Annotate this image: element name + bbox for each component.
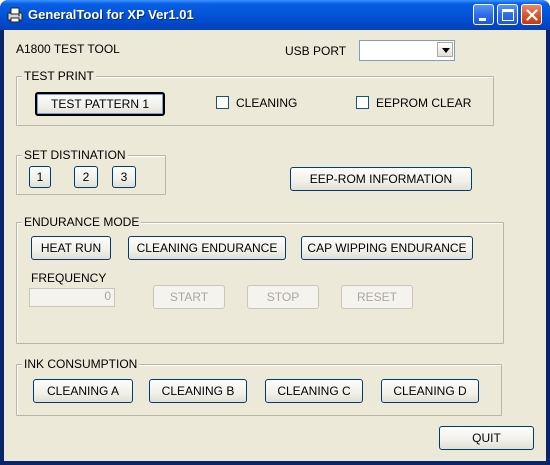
client-area: A1800 TEST TOOL USB PORT TEST PRINT TEST… bbox=[4, 30, 546, 461]
cleaning-d-button[interactable]: CLEANING D bbox=[381, 379, 479, 403]
test-pattern-1-button[interactable]: TEST PATTERN 1 bbox=[35, 92, 165, 116]
start-button[interactable]: START bbox=[153, 285, 225, 309]
chevron-down-icon bbox=[442, 48, 450, 53]
cleaning-checkbox[interactable] bbox=[216, 96, 229, 109]
ink-consumption-title: INK CONSUMPTION bbox=[22, 357, 140, 371]
cleaning-a-button[interactable]: CLEANING A bbox=[33, 379, 133, 403]
dropdown-arrow-button[interactable] bbox=[437, 42, 453, 57]
eeprom-information-button[interactable]: EEP-ROM INFORMATION bbox=[290, 167, 472, 191]
maximize-button[interactable] bbox=[497, 4, 518, 25]
maximize-icon bbox=[502, 9, 514, 21]
destination-1-button[interactable]: 1 bbox=[29, 166, 51, 188]
close-icon bbox=[526, 9, 538, 21]
reset-button[interactable]: RESET bbox=[341, 285, 413, 309]
test-print-title: TEST PRINT bbox=[22, 69, 96, 83]
cap-wiping-endurance-button[interactable]: CAP WIPPING ENDURANCE bbox=[301, 236, 473, 260]
cleaning-checkbox-label: CLEANING bbox=[236, 96, 298, 110]
test-print-group: TEST PRINT TEST PATTERN 1 CLEANING EEPRO… bbox=[16, 69, 494, 126]
frequency-input[interactable]: 0 bbox=[29, 288, 115, 307]
title-bar[interactable]: GeneralTool for XP Ver1.01 bbox=[0, 0, 550, 30]
usb-port-select[interactable] bbox=[359, 40, 455, 61]
minimize-icon bbox=[479, 18, 486, 21]
destination-3-button[interactable]: 3 bbox=[112, 166, 136, 188]
frequency-label: FREQUENCY bbox=[31, 271, 107, 285]
eeprom-clear-checkbox[interactable] bbox=[356, 96, 369, 109]
destination-2-button[interactable]: 2 bbox=[74, 166, 98, 188]
eeprom-clear-checkbox-label: EEPROM CLEAR bbox=[376, 96, 472, 110]
cleaning-c-button[interactable]: CLEANING C bbox=[265, 379, 363, 403]
ink-consumption-group: INK CONSUMPTION CLEANING A CLEANING B CL… bbox=[16, 357, 502, 416]
quit-button[interactable]: QUIT bbox=[439, 426, 534, 450]
heat-run-button[interactable]: HEAT RUN bbox=[31, 236, 111, 260]
endurance-mode-group: ENDURANCE MODE HEAT RUN CLEANING ENDURAN… bbox=[16, 215, 504, 344]
main-window: GeneralTool for XP Ver1.01 A1800 TEST TO… bbox=[0, 0, 550, 465]
cleaning-b-button[interactable]: CLEANING B bbox=[149, 379, 247, 403]
usb-port-label: USB PORT bbox=[285, 44, 347, 58]
tool-name-label: A1800 TEST TOOL bbox=[16, 42, 120, 56]
endurance-mode-title: ENDURANCE MODE bbox=[22, 215, 142, 229]
set-destination-title: SET DISTINATION bbox=[22, 148, 128, 162]
set-destination-group: SET DISTINATION 1 2 3 bbox=[16, 148, 166, 195]
printer-icon[interactable] bbox=[6, 6, 24, 24]
cleaning-endurance-button[interactable]: CLEANING ENDURANCE bbox=[128, 236, 286, 260]
window-title: GeneralTool for XP Ver1.01 bbox=[28, 7, 194, 22]
minimize-button[interactable] bbox=[473, 4, 494, 25]
stop-button[interactable]: STOP bbox=[247, 285, 319, 309]
close-button[interactable] bbox=[521, 4, 542, 25]
